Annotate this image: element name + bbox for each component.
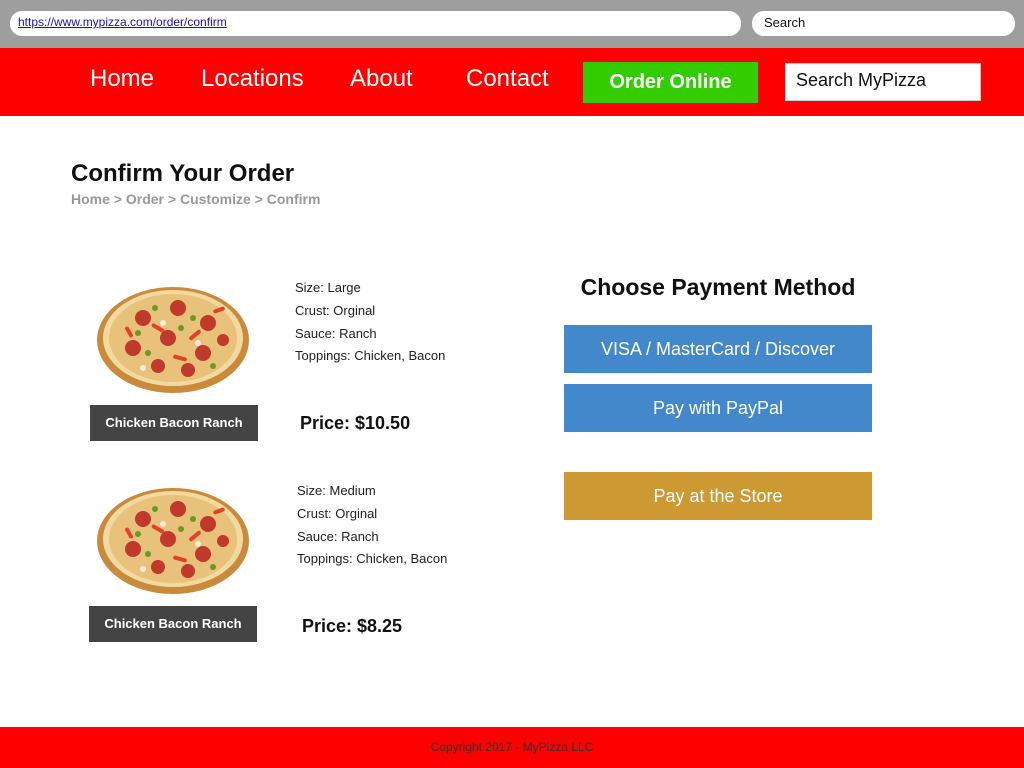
site-search-input[interactable]: Search MyPizza <box>785 63 981 101</box>
nav-about-link[interactable]: About <box>350 65 413 93</box>
item-price: Price: $10.50 <box>300 413 411 433</box>
footer: Copyright 2017 - MyPizza LLC <box>0 727 1024 768</box>
item-name-label: Chicken Bacon Ranch <box>90 405 258 441</box>
item-sauce: Sauce: Ranch <box>297 528 379 544</box>
item-size: Size: Large <box>295 280 361 295</box>
item-toppings: Toppings: Chicken, Bacon <box>297 551 448 567</box>
pay-card-button[interactable]: VISA / MasterCard / Discover <box>564 325 872 373</box>
breadcrumb-customize[interactable]: Customize <box>180 191 251 207</box>
page-title: Confirm Your Order <box>71 160 295 187</box>
page: https://www.mypizza.com/order/confirm Se… <box>0 0 1024 768</box>
pizza-image <box>93 278 253 396</box>
item-name-label: Chicken Bacon Ranch <box>89 606 257 642</box>
breadcrumb-home[interactable]: Home <box>71 191 110 207</box>
breadcrumb-order[interactable]: Order <box>126 191 164 207</box>
breadcrumb-separator: > <box>113 191 122 207</box>
browser-toolbar: https://www.mypizza.com/order/confirm Se… <box>0 0 1024 48</box>
item-crust: Crust: Orginal <box>297 505 378 521</box>
pay-at-store-button[interactable]: Pay at the Store <box>564 472 872 520</box>
browser-search-field[interactable]: Search <box>752 11 1015 36</box>
nav-contact-link[interactable]: Contact <box>466 65 549 93</box>
item-crust: Crust: Orginal <box>295 302 376 318</box>
payment-title: Choose Payment Method <box>580 274 856 300</box>
nav-home-link[interactable]: Home <box>90 65 154 93</box>
breadcrumb-separator: > <box>254 191 263 207</box>
order-online-button[interactable]: Order Online <box>583 62 758 103</box>
pizza-image <box>93 479 253 597</box>
breadcrumb-separator: > <box>167 191 177 207</box>
item-sauce: Sauce: Ranch <box>295 325 377 341</box>
address-bar-url[interactable]: https://www.mypizza.com/order/confirm <box>18 15 227 29</box>
item-size: Size: Medium <box>297 483 376 498</box>
breadcrumb: Home > Order > Customize > Confirm <box>71 191 320 207</box>
item-details: Size: Large Crust: Orginal Sauce: Ranch … <box>295 277 445 368</box>
item-toppings: Toppings: Chicken, Bacon <box>295 348 446 364</box>
item-details: Size: Medium Crust: Orginal Sauce: Ranch… <box>297 480 447 571</box>
address-bar[interactable]: https://www.mypizza.com/order/confirm <box>10 11 741 36</box>
pay-paypal-button[interactable]: Pay with PayPal <box>564 384 872 432</box>
item-price: Price: $8.25 <box>302 616 403 636</box>
footer-copyright: Copyright 2017 - MyPizza LLC <box>430 740 594 754</box>
breadcrumb-confirm: Confirm <box>266 191 321 207</box>
nav-locations-link[interactable]: Locations <box>201 65 304 93</box>
